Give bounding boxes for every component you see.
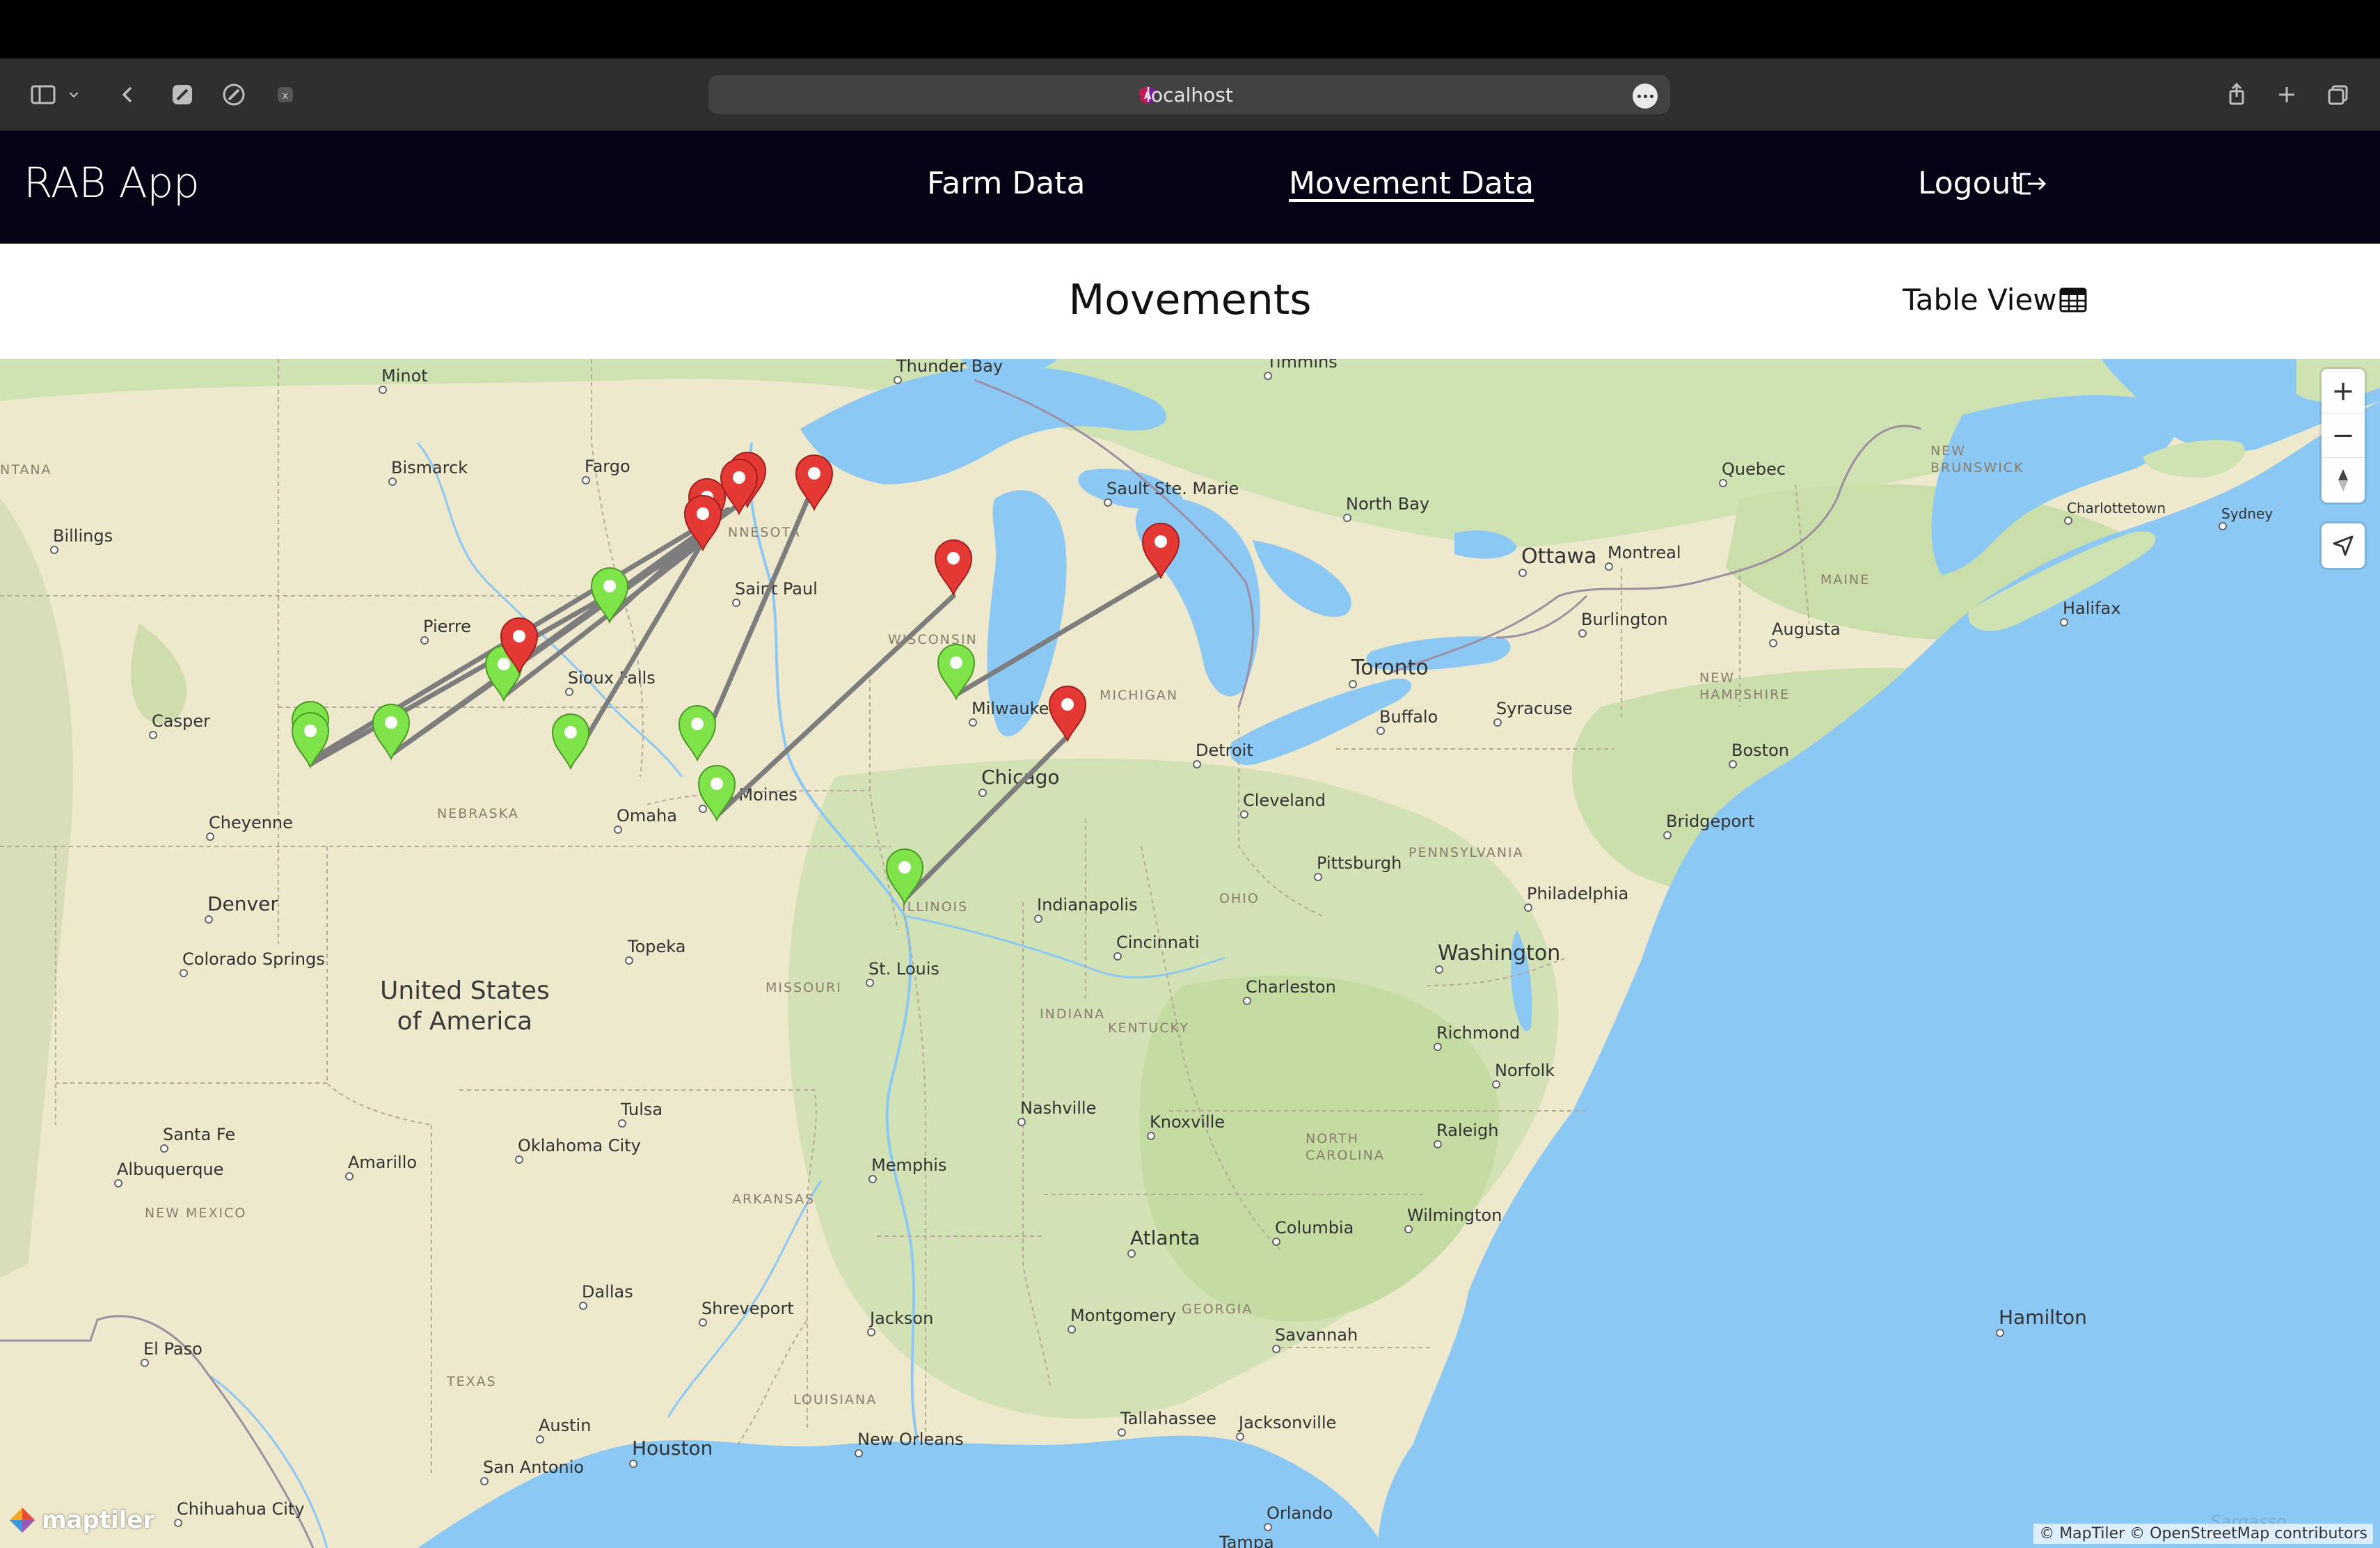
origin-marker: [698, 765, 736, 821]
origin-marker: [937, 644, 975, 700]
logout-icon[interactable]: [2017, 170, 2049, 198]
compass-needle-icon: [2338, 469, 2348, 491]
destination-marker: [1049, 686, 1086, 741]
browser-toolbar: x A localhost: [0, 58, 2380, 131]
origin-marker: [292, 712, 329, 768]
markers-layer: [292, 452, 1180, 904]
destination-marker: [1142, 523, 1180, 578]
nav-farm-data[interactable]: Farm Data: [927, 166, 1085, 201]
zoom-controls: + −: [2322, 369, 2365, 503]
geolocate-button[interactable]: [2322, 523, 2365, 568]
url-text: localhost: [1145, 84, 1233, 106]
sidebar-toggle-icon[interactable]: [26, 78, 60, 111]
compass-icon[interactable]: [217, 78, 251, 111]
page-header: Movements Table View: [0, 244, 2380, 359]
origin-marker: [552, 713, 589, 769]
nav-movement-data[interactable]: Movement Data: [1289, 166, 1534, 201]
more-options-icon[interactable]: [1633, 84, 1658, 109]
maptiler-logo[interactable]: maptiler: [8, 1506, 154, 1534]
zoom-in-button[interactable]: +: [2322, 369, 2365, 413]
destination-marker: [935, 539, 972, 595]
origin-marker: [372, 704, 410, 759]
tab-overview-icon[interactable]: [2322, 78, 2355, 111]
table-view-label: Table View: [1903, 283, 2057, 317]
address-bar[interactable]: A localhost: [708, 75, 1670, 114]
back-icon[interactable]: [111, 78, 145, 111]
chevron-down-icon[interactable]: [64, 78, 84, 111]
zoom-out-button[interactable]: −: [2322, 413, 2365, 458]
logout-button[interactable]: Logout: [1918, 166, 2023, 201]
table-icon: [2059, 287, 2087, 312]
share-icon[interactable]: [2220, 78, 2253, 111]
maptiler-logo-icon: [10, 1508, 35, 1533]
origin-marker: [591, 567, 628, 623]
locate-arrow-icon: [2333, 535, 2354, 556]
destination-marker: [684, 495, 722, 551]
origin-marker: [886, 848, 923, 904]
destination-marker: [795, 455, 833, 510]
movement-map[interactable]: Thunder Bay Timmins Minot Bismarck Fargo…: [0, 359, 2380, 1548]
origin-marker: [679, 705, 716, 761]
brand-logo[interactable]: RAB App: [24, 159, 200, 207]
new-tab-icon[interactable]: [2270, 78, 2303, 111]
app-navbar: RAB App Farm Data Movement Data Logout: [0, 131, 2380, 244]
map-attribution[interactable]: © MapTiler © OpenStreetMap contributors: [2033, 1524, 2373, 1544]
svg-text:x: x: [283, 90, 288, 102]
compass-button[interactable]: [2322, 458, 2365, 503]
maptiler-logo-text: maptiler: [42, 1506, 155, 1534]
extension-small-icon[interactable]: x: [269, 78, 302, 111]
os-menu-strip: [0, 0, 2380, 58]
extension-icon[interactable]: [166, 78, 199, 111]
destination-marker: [720, 459, 758, 514]
table-view-button[interactable]: Table View: [1903, 283, 2088, 317]
